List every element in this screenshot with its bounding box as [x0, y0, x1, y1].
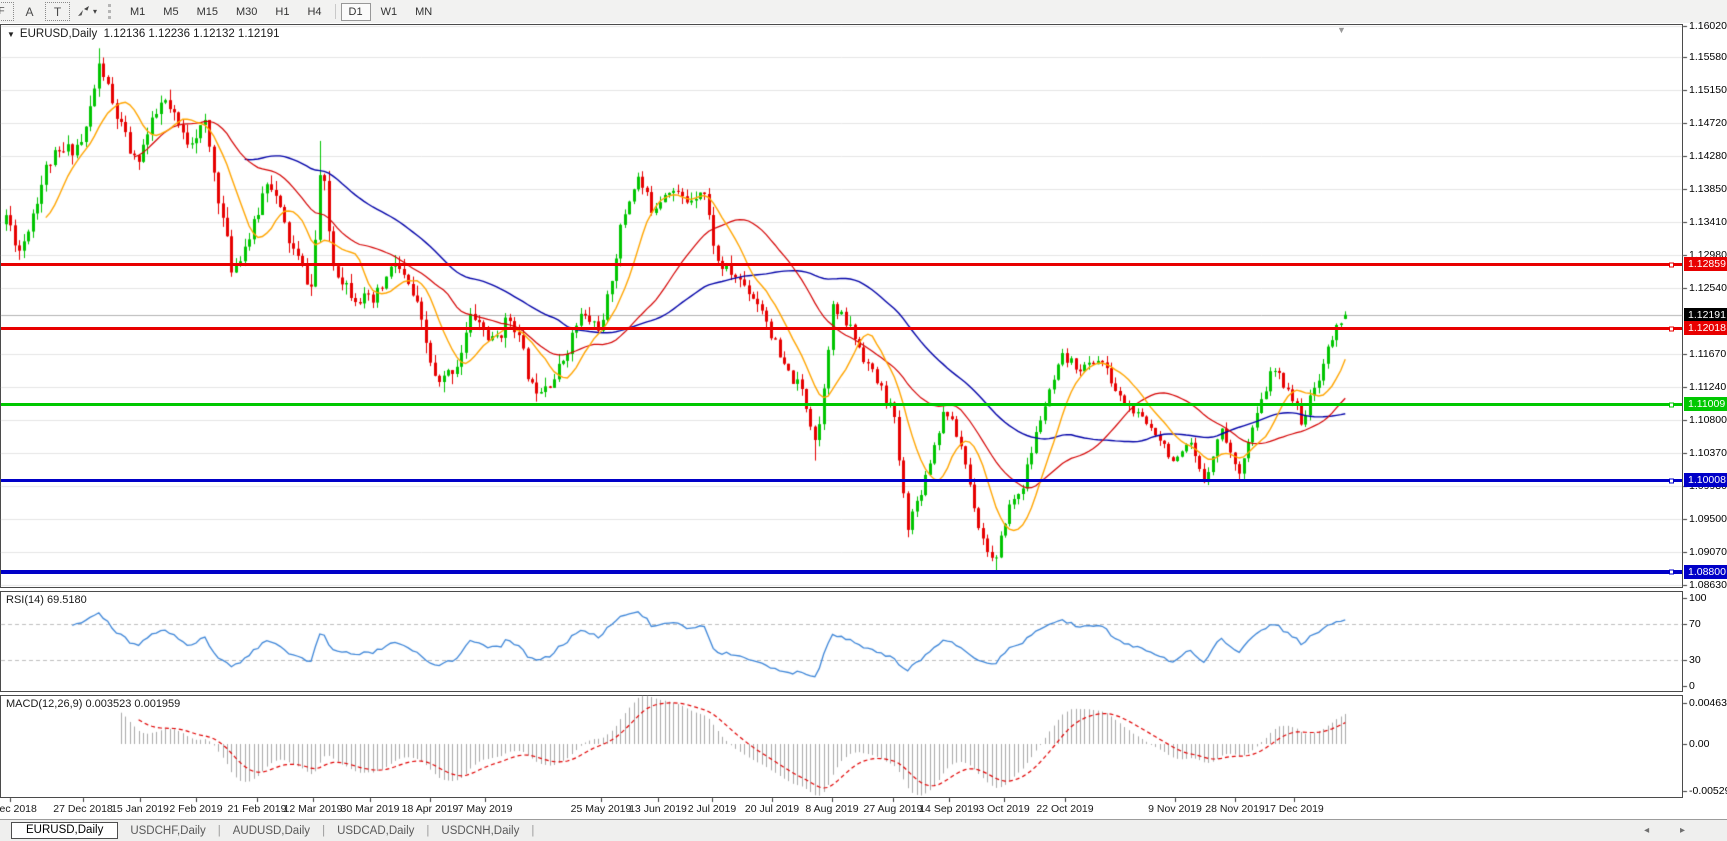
rsi-tick-label: 0	[1689, 680, 1695, 692]
line-handle[interactable]	[1669, 262, 1674, 267]
price-badge: 1.12191	[1684, 308, 1727, 322]
timeframe-button-h1[interactable]: H1	[267, 3, 297, 21]
chart-ohlc-values: 1.12136 1.12236 1.12132 1.12191	[104, 28, 280, 40]
date-tick-label: 8 Dec 2018	[0, 803, 37, 815]
tab-usdchf-daily[interactable]: USDCHF,Daily	[118, 825, 217, 837]
date-tick-label: 25 May 2019	[571, 803, 632, 815]
line-handle[interactable]	[1669, 478, 1674, 483]
price-tick-label: 1.14280	[1689, 150, 1727, 162]
date-tick-label: 22 Oct 2019	[1036, 803, 1093, 815]
macd-tick-label: -0.005299	[1689, 785, 1727, 797]
support-line-green[interactable]	[1, 403, 1682, 406]
price-tick-label: 1.14720	[1689, 117, 1727, 129]
price-tick-label: 1.15150	[1689, 84, 1727, 96]
price-tick-label: 1.12540	[1689, 282, 1727, 294]
tab-divider: |	[531, 825, 534, 837]
toolbar-drag-handle[interactable]	[108, 4, 115, 19]
tab-eurusd-daily[interactable]: EURUSD,Daily	[11, 822, 118, 839]
date-tick-label: 7 May 2019	[458, 803, 513, 815]
price-tick-label: 1.15580	[1689, 51, 1727, 63]
chart-symbol-period: EURUSD,Daily	[20, 28, 97, 40]
date-tick-label: 30 Mar 2019	[341, 803, 400, 815]
date-tick-label: 28 Nov 2019	[1205, 803, 1265, 815]
chart-shift-marker-icon[interactable]: ▼	[1337, 25, 1346, 35]
line-handle[interactable]	[1669, 326, 1674, 331]
price-tick-label: 1.11670	[1689, 348, 1726, 360]
price-badge: 1.10008	[1684, 473, 1727, 487]
macd-tick-label: 0.00	[1689, 738, 1709, 750]
price-tick-label: 1.16020	[1689, 20, 1727, 32]
price-tick-label: 1.13410	[1689, 216, 1727, 228]
timeframe-group: M1M5M15M30H1H4 D1W1MN	[121, 3, 441, 21]
rsi-indicator-label: RSI(14) 69.5180	[6, 594, 87, 606]
date-tick-label: 2 Jul 2019	[688, 803, 736, 815]
resistance-line-2[interactable]	[1, 327, 1682, 330]
date-tick-label: 3 Oct 2019	[978, 803, 1029, 815]
date-tick-label: 14 Sep 2019	[919, 803, 979, 815]
price-tick-label: 1.08630	[1689, 579, 1727, 591]
price-tick-label: 1.13850	[1689, 183, 1727, 195]
date-tick-label: 20 Jul 2019	[745, 803, 799, 815]
date-tick-label: 12 Mar 2019	[284, 803, 343, 815]
price-tick-label: 1.11240	[1689, 381, 1726, 393]
timeframe-button-w1[interactable]: W1	[373, 3, 406, 21]
support-line-blue-2[interactable]	[1, 570, 1682, 574]
price-badge: 1.12859	[1684, 257, 1727, 271]
date-tick-label: 27 Dec 2018	[53, 803, 113, 815]
price-tick-label: 1.10370	[1689, 447, 1727, 459]
date-tick-label: 13 Jun 2019	[629, 803, 687, 815]
price-tick-label: 1.09070	[1689, 546, 1727, 558]
timeframe-button-m1[interactable]: M1	[122, 3, 153, 21]
macd-tick-label: 0.00463	[1689, 697, 1727, 709]
line-handle[interactable]	[1669, 402, 1674, 407]
timeframe-button-h4[interactable]: H4	[299, 3, 329, 21]
support-line-blue-1[interactable]	[1, 479, 1682, 482]
date-tick-label: 27 Aug 2019	[864, 803, 923, 815]
date-tick-label: 9 Nov 2019	[1148, 803, 1202, 815]
price-badge: 1.12018	[1684, 321, 1727, 335]
price-badge: 1.11009	[1684, 397, 1727, 411]
tab-audusd-daily[interactable]: AUDUSD,Daily	[221, 825, 322, 837]
arrow-shapes-icon	[76, 5, 91, 18]
timeframe-button-m15[interactable]: M15	[189, 3, 226, 21]
date-tick-label: 2 Feb 2019	[169, 803, 222, 815]
timeframe-button-m5[interactable]: M5	[155, 3, 186, 21]
text-tool-icon[interactable]: A	[20, 3, 39, 20]
chart-area: ▼ ▼ EURUSD,Daily 1.12136 1.12236 1.12132 …	[0, 23, 1727, 820]
chart-tab-bar: EURUSD,Daily USDCHF,Daily|AUDUSD,Daily|U…	[0, 819, 1727, 841]
rsi-tick-label: 100	[1689, 592, 1707, 604]
timeframe-button-mn[interactable]: MN	[407, 3, 440, 21]
tab-usdcnh-daily[interactable]: USDCNH,Daily	[429, 825, 531, 837]
date-tick-label: 17 Dec 2019	[1264, 803, 1324, 815]
chart-title: ▼ EURUSD,Daily 1.12136 1.12236 1.12132 1.…	[7, 28, 280, 40]
date-tick-label: 21 Feb 2019	[228, 803, 287, 815]
tab-usdcad-daily[interactable]: USDCAD,Daily	[325, 825, 426, 837]
chevron-down-icon: ▾	[93, 8, 97, 16]
price-tick-label: 1.09500	[1689, 513, 1727, 525]
date-tick-label: 18 Apr 2019	[402, 803, 459, 815]
price-tick-label: 1.10800	[1689, 414, 1727, 426]
toolbar-separator	[335, 4, 336, 19]
toolbar: F A T ▾ M1M5M15M30H1H4 D1W1MN	[0, 0, 1727, 24]
chart-canvas[interactable]	[0, 23, 1727, 820]
line-handle[interactable]	[1669, 570, 1674, 575]
label-tool-icon[interactable]: T	[45, 2, 70, 21]
timeframe-button-d1[interactable]: D1	[341, 3, 371, 21]
timeframe-button-m30[interactable]: M30	[228, 3, 265, 21]
resistance-line-1[interactable]	[1, 263, 1682, 266]
fibonacci-tool-icon[interactable]: F	[0, 2, 14, 21]
date-tick-label: 15 Jan 2019	[111, 803, 169, 815]
collapse-chart-icon[interactable]: ▼	[7, 30, 15, 39]
arrows-tool-icon[interactable]: ▾	[76, 3, 97, 20]
tab-scroll-arrows[interactable]: ◂ ▸	[1644, 825, 1699, 836]
macd-indicator-label: MACD(12,26,9) 0.003523 0.001959	[6, 698, 180, 710]
date-tick-label: 8 Aug 2019	[805, 803, 858, 815]
rsi-tick-label: 30	[1689, 654, 1701, 666]
price-badge: 1.08800	[1684, 565, 1727, 579]
rsi-tick-label: 70	[1689, 618, 1701, 630]
